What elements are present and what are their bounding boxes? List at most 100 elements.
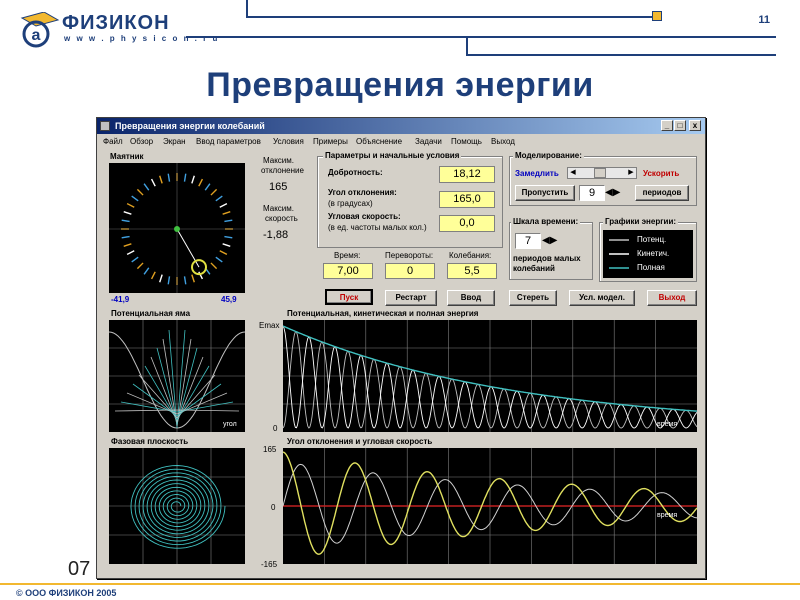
timescale-input[interactable]: 7 [515,233,541,249]
menu-conditions[interactable]: Условия [273,135,304,149]
potential-well-view [108,320,246,432]
erase-button[interactable]: Стереть [509,290,557,306]
minimize-button[interactable]: _ [661,120,673,131]
dial-tick [191,175,195,184]
header-line-bottom [466,54,776,56]
pendulum-label: Маятник [110,152,144,161]
logo-url: w w w . p h y s i c o n . r u [64,34,220,43]
dial-tick [121,235,130,239]
pendulum-view [109,163,245,293]
input-button[interactable]: Ввод [447,290,495,306]
dial-tick [219,202,228,208]
slide-number: 11 [758,14,770,26]
angular-speed-input[interactable]: 0,0 [439,215,495,232]
timescale-label-2: колебаний [513,264,555,273]
menu-examples[interactable]: Примеры [313,135,348,149]
menu-file[interactable]: Файл [103,135,123,149]
max-deflection-label: Максим. [263,156,294,165]
logo-name: ФИЗИКОН [62,12,170,34]
max-speed-value: -1,88 [263,229,289,241]
skip-button[interactable]: Пропустить [515,185,575,201]
slower-label[interactable]: Замедлить [515,169,559,179]
angle-label: Угол отклонения: [328,188,397,197]
dial-tick [219,250,228,256]
energy-x-label: время [657,421,678,428]
modeling-group-title: Моделирование: [513,151,584,160]
skip-periods-input[interactable]: 9 [579,185,605,201]
menu-overview[interactable]: Обзор [130,135,153,149]
periods-button[interactable]: периодов [635,185,689,201]
dial-tick [143,267,150,275]
speed-slider[interactable]: ◀ ▶ [567,167,637,179]
energy-legend-title: Графики энергии: [603,217,679,226]
header-line-mid [186,36,776,38]
dial-tick [191,274,195,283]
header-line-top [246,16,656,18]
angle-x-label: время [657,512,678,519]
slider-right-arrow-icon[interactable]: ▶ [626,168,636,178]
angular-speed-label: Угловая скорость: [328,212,401,221]
timescale-stepper[interactable]: ◀▶ [542,233,566,249]
dial-tick [126,250,135,256]
dial-tick [222,211,231,215]
dial-tick [183,276,187,285]
dial-tick [136,188,144,196]
side-number: 07 [68,558,91,580]
skip-stepper[interactable]: ◀▶ [605,185,629,201]
faster-label[interactable]: Ускорить [643,169,679,179]
dial-tick [210,188,218,196]
angle-y-bottom: -165 [261,560,278,569]
time-value: 7,00 [323,263,373,279]
menu-explanation[interactable]: Объяснение [356,135,402,149]
menu-tasks[interactable]: Задачи [415,135,442,149]
flips-label: Перевороты: [385,251,434,260]
kinetic-legend-label: Кинетич. [637,249,670,258]
slider-thumb[interactable] [594,168,606,178]
window-titlebar[interactable]: Превращения энергии колебаний _ □ x [97,118,705,134]
angle-input[interactable]: 165,0 [439,191,495,208]
menu-screen[interactable]: Экран [163,135,186,149]
app-icon [100,121,110,131]
exit-button[interactable]: Выход [647,290,697,306]
pendulum-min-value: -41,9 [111,295,130,304]
menu-exit[interactable]: Выход [491,135,515,149]
angle-unit: (в градусах) [328,199,373,208]
conditions-button[interactable]: Усл. модел. [569,290,635,306]
dial-tick [159,175,163,184]
potential-well-axis-label: угол [223,421,237,428]
dial-tick [167,276,171,285]
dial-tick [143,183,150,191]
close-button[interactable]: x [689,120,701,131]
menu-help[interactable]: Помощь [451,135,482,149]
dial-tick [123,243,132,247]
quality-input[interactable]: 18,12 [439,166,495,183]
dial-tick [131,256,139,263]
dial-tick [126,202,135,208]
timescale-group-title: Шкала времени: [511,217,581,226]
dial-tick [131,195,139,202]
dial-tick [121,219,130,223]
pendulum-pivot [174,226,180,232]
energy-y-max: Emax [259,321,280,330]
dial-tick [150,178,156,187]
dial-tick [167,173,171,182]
angle-y-mid: 0 [271,503,276,512]
dial-tick [123,211,132,215]
max-speed-label: Максим. [263,204,294,213]
start-button[interactable]: Пуск [325,289,373,305]
angle-plot-label: Угол отклонения и угловая скорость [287,437,433,446]
maximize-button[interactable]: □ [674,120,686,131]
slider-left-arrow-icon[interactable]: ◀ [568,168,578,178]
header-line-low [466,36,468,56]
quality-label: Добротность: [328,168,383,177]
angle-y-top: 165 [263,445,277,454]
dial-tick [204,183,211,191]
dial-tick [183,173,187,182]
menu-input-params[interactable]: Ввод параметров [196,135,261,149]
restart-button[interactable]: Рестарт [385,290,437,306]
total-legend-label: Полная [637,263,665,272]
flips-value: 0 [385,263,435,279]
dial-tick [150,271,156,280]
oscillations-value: 5,5 [447,263,497,279]
time-label: Время: [334,251,361,260]
